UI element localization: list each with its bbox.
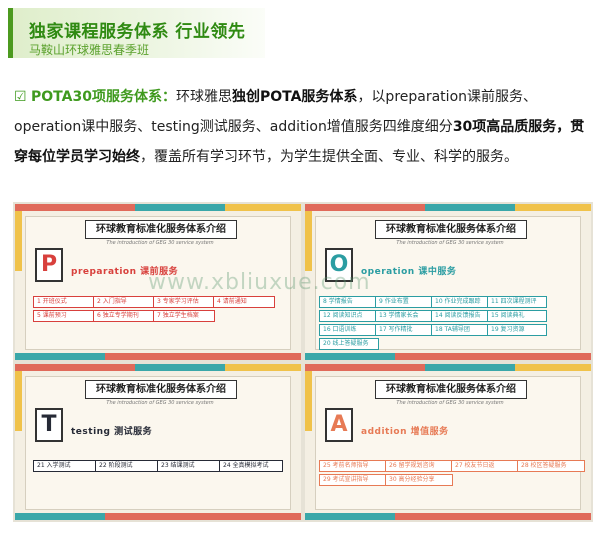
pota-image: 环球教育标准化服务体系介绍 The introduction of GEG 30 … [13, 202, 593, 522]
intro-paragraph: ☑ POTA30项服务体系：环球雅思独创POTA服务体系，以preparatio… [14, 82, 592, 172]
decor-stripe [15, 513, 105, 520]
section-subtitle: 马鞍山环球雅思春季班 [29, 43, 150, 57]
section-header: 独家课程服务体系 行业领先 马鞍山环球雅思春季班 [8, 8, 265, 58]
decor-stripe [305, 204, 425, 211]
service-item: 14 阅读反馈报告 [431, 310, 491, 322]
checkbox-icon: ☑ [14, 89, 27, 105]
card-testing: 环球教育标准化服务体系介绍 The introduction of GEG 30 … [15, 364, 301, 520]
card-subtitle: The introduction of GEG 30 service syste… [396, 240, 504, 246]
decor-stripe [105, 353, 301, 360]
service-item: 1 开班仪式 [33, 296, 95, 308]
decor-stripe [515, 364, 591, 371]
card-title: 环球教育标准化服务体系介绍 [85, 380, 237, 399]
decor-stripe [305, 211, 312, 271]
card-title: 环球教育标准化服务体系介绍 [85, 220, 237, 239]
service-item: 7 独立学生档案 [153, 310, 215, 322]
decor-stripe [225, 364, 301, 371]
service-item: 3 专家学习评估 [153, 296, 215, 308]
section-title: 独家课程服务体系 行业领先 [29, 22, 246, 42]
category-name: addition 增值服务 [361, 427, 449, 437]
service-item: 23 结课测试 [157, 460, 221, 472]
service-item: 20 线上答疑服务 [319, 338, 379, 350]
intro-text-1: 环球雅思 [175, 89, 232, 105]
service-item: 6 独立专学期刊 [93, 310, 155, 322]
service-item: 18 TA辅导团 [431, 324, 491, 336]
service-item: 9 作业布置 [375, 296, 435, 308]
service-item: 15 阅读典礼 [487, 310, 547, 322]
service-item: 8 学情报告 [319, 296, 379, 308]
service-item: 4 请前通知 [213, 296, 275, 308]
category-letter: T [35, 408, 63, 442]
decor-stripe [515, 204, 591, 211]
card-subtitle: The introduction of GEG 30 service syste… [106, 400, 214, 406]
service-item: 24 全真模拟考试 [219, 460, 283, 472]
service-item: 11 四次课程测评 [487, 296, 547, 308]
service-item: 28 校区答疑服务 [517, 460, 585, 472]
service-item: 26 留学规划咨询 [385, 460, 453, 472]
category-letter: P [35, 248, 63, 282]
category-name: operation 课中服务 [361, 267, 457, 277]
intro-bold-1: 独创POTA服务体系 [231, 89, 358, 105]
service-item: 30 高分经验分享 [385, 474, 453, 486]
decor-stripe [425, 364, 515, 371]
decor-stripe [305, 364, 425, 371]
decor-stripe [135, 364, 225, 371]
card-subtitle: The introduction of GEG 30 service syste… [396, 400, 504, 406]
service-item: 12 阅读知识点 [319, 310, 379, 322]
intro-lead: POTA30项服务体系： [31, 89, 176, 105]
decor-stripe [305, 513, 395, 520]
card-title: 环球教育标准化服务体系介绍 [375, 220, 527, 239]
decor-stripe [105, 513, 301, 520]
decor-stripe [305, 353, 395, 360]
decor-stripe [395, 353, 591, 360]
card-title: 环球教育标准化服务体系介绍 [375, 380, 527, 399]
service-item: 22 阶段测试 [95, 460, 159, 472]
intro-text-3: ，覆盖所有学习环节，为学生提供全面、专业、科学的服务。 [140, 149, 518, 165]
card-addition: 环球教育标准化服务体系介绍 The introduction of GEG 30 … [305, 364, 591, 520]
decor-stripe [15, 371, 22, 431]
watermark-text: www.xbliuxue.com [148, 270, 371, 295]
service-item: 27 校友节日返 [451, 460, 519, 472]
decor-stripe [15, 211, 22, 271]
category-name: testing 测试服务 [71, 427, 153, 437]
card-subtitle: The introduction of GEG 30 service syste… [106, 240, 214, 246]
category-letter: A [325, 408, 353, 442]
service-item: 10 作业完成跟踪 [431, 296, 491, 308]
decor-stripe [15, 364, 135, 371]
service-item: 5 课前预习 [33, 310, 95, 322]
decor-stripe [395, 513, 591, 520]
service-item: 25 考前名师指导 [319, 460, 387, 472]
service-item: 2 入门指导 [93, 296, 155, 308]
decor-stripe [305, 371, 312, 431]
service-item: 17 写作精批 [375, 324, 435, 336]
decor-stripe [15, 353, 105, 360]
service-item: 13 学情家长会 [375, 310, 435, 322]
decor-stripe [425, 204, 515, 211]
service-item: 29 考试宣讲指导 [319, 474, 387, 486]
service-item: 16 口语训练 [319, 324, 379, 336]
decor-stripe [15, 204, 135, 211]
service-item: 19 复习资源 [487, 324, 547, 336]
decor-stripe [135, 204, 225, 211]
service-item: 21 入学测试 [33, 460, 97, 472]
decor-stripe [225, 204, 301, 211]
